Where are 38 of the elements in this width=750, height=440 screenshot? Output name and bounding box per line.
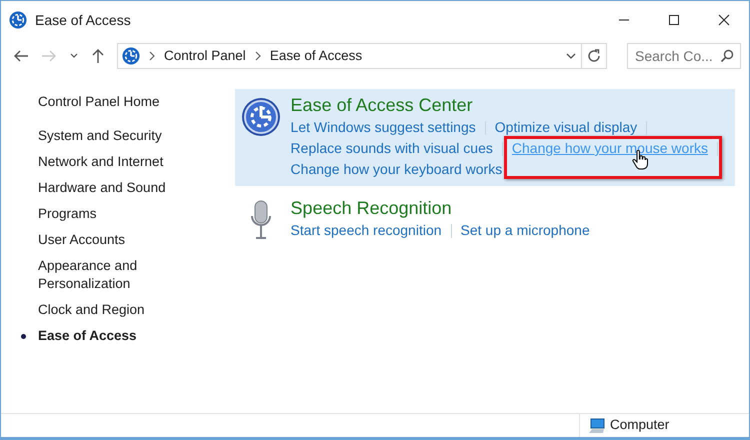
- ease-of-access-icon: [122, 47, 140, 65]
- maximize-icon: [668, 14, 680, 26]
- status-text: Computer: [610, 416, 670, 434]
- task-link[interactable]: Set up a microphone: [460, 222, 590, 238]
- computer-icon: [588, 418, 606, 434]
- refresh-icon[interactable]: [586, 48, 602, 64]
- sidebar-item[interactable]: Programs: [21, 201, 235, 227]
- sidebar-item[interactable]: Network and Internet: [21, 149, 235, 175]
- search-icon: [720, 49, 734, 63]
- sidebar-item[interactable]: Appearance and Personalization: [21, 253, 171, 297]
- chevron-icon: [148, 51, 156, 61]
- category-title[interactable]: Speech Recognition: [290, 196, 452, 220]
- task-link[interactable]: Replace sounds with visual cues: [290, 140, 493, 156]
- dropdown-icon[interactable]: [565, 51, 577, 61]
- sidebar-item[interactable]: Ease of Access: [21, 323, 235, 349]
- address-bar[interactable]: Control Panel Ease of Access: [117, 43, 607, 69]
- window-title: Ease of Access: [35, 10, 131, 30]
- search-field[interactable]: Search Co...: [627, 43, 741, 69]
- forward-arrow-icon: [41, 48, 57, 64]
- breadcrumb-item[interactable]: Ease of Access: [270, 46, 362, 66]
- back-arrow-icon: [13, 48, 29, 64]
- sidebar-item[interactable]: Clock and Region: [21, 297, 235, 323]
- sidebar-item[interactable]: Hardware and Sound: [21, 175, 235, 201]
- close-icon: [718, 14, 730, 26]
- category-title[interactable]: Ease of Access Center: [290, 93, 473, 117]
- task-link[interactable]: Start speech recognition: [290, 222, 442, 238]
- breadcrumb-item[interactable]: Control Panel: [164, 46, 246, 66]
- task-link[interactable]: Optimize visual display: [494, 119, 638, 135]
- task-link[interactable]: Let Windows suggest settings: [290, 119, 476, 135]
- up-arrow-icon: [91, 48, 105, 64]
- microphone-icon: [250, 200, 272, 240]
- ease-of-access-icon: [9, 11, 27, 29]
- ease-of-access-icon: [240, 97, 281, 137]
- sidebar-item[interactable]: System and Security: [21, 123, 235, 149]
- sidebar-link[interactable]: Control Panel Home: [21, 89, 235, 115]
- chevron-icon: [254, 51, 262, 61]
- task-link[interactable]: Change how your keyboard works: [290, 161, 502, 177]
- sidebar-item[interactable]: User Accounts: [21, 227, 235, 253]
